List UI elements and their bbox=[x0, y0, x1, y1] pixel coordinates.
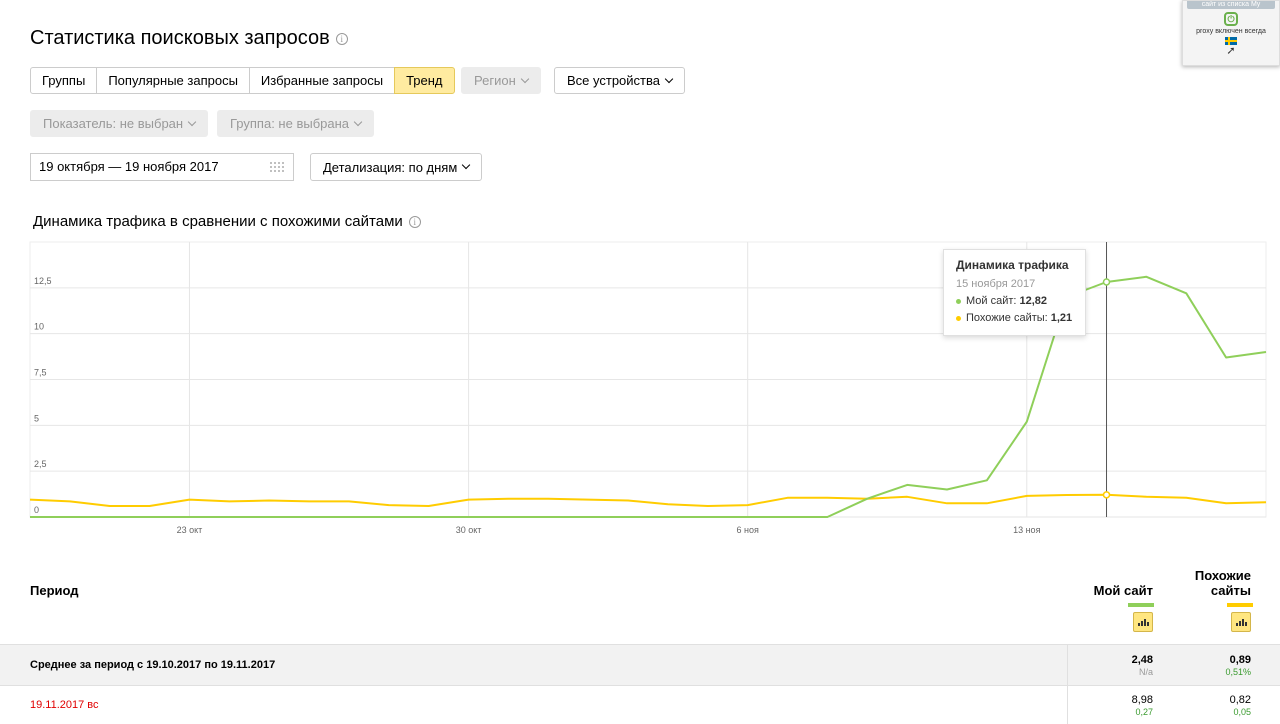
similar-sub: 0,05 bbox=[1233, 707, 1251, 717]
sweden-flag-icon[interactable] bbox=[1225, 37, 1237, 45]
similar-cell: 0,89 0,51% bbox=[1225, 654, 1251, 677]
group-dropdown[interactable]: Группа: не выбрана bbox=[217, 110, 375, 137]
highlight-point bbox=[1102, 491, 1111, 499]
y-tick-label: 2,5 bbox=[34, 459, 47, 469]
chevron-down-icon bbox=[664, 74, 674, 83]
tooltip-row-similar: Похожие сайты: 1,21 bbox=[956, 312, 1073, 324]
page-title-text: Статистика поисковых запросов bbox=[30, 27, 330, 49]
tooltip-similar-label: Похожие сайты: bbox=[966, 312, 1048, 324]
similar-value: 0,82 bbox=[1229, 694, 1251, 706]
power-icon[interactable]: ⏻ bbox=[1224, 12, 1238, 26]
similar-value: 0,89 bbox=[1229, 654, 1251, 666]
column-divider bbox=[1067, 645, 1068, 685]
detail-dropdown-label: Детализация: по дням bbox=[323, 159, 458, 175]
similar-sites-header-line1: Похожие bbox=[1194, 568, 1251, 583]
table-row-average: Среднее за период с 19.10.2017 по 19.11.… bbox=[0, 644, 1280, 686]
chevron-down-icon bbox=[187, 117, 197, 126]
tooltip-date: 15 ноября 2017 bbox=[956, 278, 1036, 290]
my-site-cell: 8,98 0,27 bbox=[1132, 694, 1153, 717]
extension-status-text: proxy включен всегда bbox=[1196, 28, 1266, 35]
table-header: Период Мой сайт Похожие сайты bbox=[0, 560, 1280, 644]
x-tick-label: 6 ноя bbox=[736, 525, 758, 535]
y-tick-label: 7,5 bbox=[34, 368, 47, 378]
y-tick-label: 10 bbox=[34, 322, 44, 332]
section-title-text: Динамика трафика в сравнении с похожими … bbox=[33, 213, 403, 230]
my-site-cell: 2,48 N/a bbox=[1132, 654, 1153, 677]
chevron-down-icon bbox=[462, 160, 471, 170]
calendar-icon[interactable] bbox=[269, 161, 285, 173]
highlight-point bbox=[1102, 278, 1111, 286]
similar-sites-color-bar bbox=[1227, 603, 1253, 607]
tab-trend[interactable]: Тренд bbox=[394, 67, 455, 94]
my-site-value: 8,98 bbox=[1131, 694, 1153, 706]
table-row: 19.11.2017 вс 8,98 0,27 0,82 0,05 bbox=[0, 686, 1280, 724]
indicator-dropdown-label: Показатель: не выбран bbox=[43, 116, 184, 131]
series-line bbox=[29, 493, 1267, 507]
similar-sub: 0,51% bbox=[1225, 667, 1251, 677]
my-site-value: 2,48 bbox=[1131, 654, 1153, 666]
tooltip-my-value: 12,82 bbox=[1019, 295, 1047, 307]
tooltip-my-label: Мой сайт: bbox=[966, 295, 1017, 307]
y-tick-label: 5 bbox=[34, 413, 39, 423]
proxy-extension-widget[interactable]: сайт из списка My ⏻ proxy включен всегда… bbox=[1182, 0, 1280, 66]
my-site-color-bar bbox=[1128, 603, 1154, 607]
chevron-down-icon bbox=[520, 74, 529, 83]
detail-dropdown[interactable]: Детализация: по дням bbox=[310, 153, 483, 181]
column-divider bbox=[1067, 686, 1068, 724]
my-site-header: Мой сайт bbox=[1093, 583, 1153, 598]
devices-dropdown[interactable]: Все устройства bbox=[554, 67, 685, 94]
tooltip-title: Динамика трафика bbox=[956, 258, 1069, 272]
info-icon[interactable]: i bbox=[408, 216, 421, 229]
extension-header: сайт из списка My bbox=[1187, 1, 1275, 9]
x-tick-label: 23 окт bbox=[177, 525, 203, 535]
similar-cell: 0,82 0,05 bbox=[1230, 694, 1251, 717]
my-site-sub: N/a bbox=[1138, 667, 1153, 677]
legend-dot-icon bbox=[956, 298, 961, 304]
similar-sites-header-line2: сайты bbox=[1210, 583, 1251, 598]
similar-sites-chart-icon[interactable] bbox=[1231, 612, 1251, 632]
row-label: Среднее за период с 19.10.2017 по 19.11.… bbox=[30, 659, 276, 671]
traffic-chart-svg: 0 2,5 5 7,5 10 12,5 23 окт 30 окт 6 ноя 13 ноя bbox=[29, 241, 1267, 535]
devices-dropdown-label: Все устройства bbox=[567, 73, 660, 88]
page-title: Статистика поисковых запросов i bbox=[30, 27, 348, 50]
tab-popular-queries[interactable]: Популярные запросы bbox=[96, 67, 250, 94]
date-range-input[interactable]: 19 октября — 19 ноября 2017 bbox=[30, 153, 294, 181]
tooltip-similar-value: 1,21 bbox=[1050, 312, 1073, 324]
legend-dot-icon bbox=[956, 315, 961, 321]
section-title: Динамика трафика в сравнении с похожими … bbox=[33, 213, 421, 230]
date-range-value: 19 октября — 19 ноября 2017 bbox=[39, 159, 219, 174]
chart-tooltip: Динамика трафика 15 ноября 2017 Мой сайт… bbox=[943, 249, 1086, 336]
similar-sites-header: Похожие сайты bbox=[1195, 568, 1251, 598]
my-site-sub: 0,27 bbox=[1135, 707, 1153, 717]
region-dropdown-label: Регион bbox=[474, 73, 516, 88]
y-tick-label: 12,5 bbox=[34, 276, 52, 286]
arrow-icon[interactable]: ➚ bbox=[1183, 45, 1279, 57]
region-dropdown[interactable]: Регион bbox=[461, 67, 541, 94]
traffic-chart: 0 2,5 5 7,5 10 12,5 23 окт 30 окт 6 ноя 13 ноя bbox=[0, 240, 1280, 540]
y-tick-label: 0 bbox=[34, 505, 39, 515]
tab-groups[interactable]: Группы bbox=[30, 67, 98, 94]
group-dropdown-label: Группа: не выбрана bbox=[230, 116, 350, 131]
period-header: Период bbox=[30, 583, 79, 598]
tooltip-row-my-site: Мой сайт: 12,82 bbox=[956, 295, 1073, 307]
indicator-dropdown[interactable]: Показатель: не выбран bbox=[30, 110, 209, 137]
info-icon[interactable]: i bbox=[335, 32, 348, 45]
x-tick-label: 30 окт bbox=[456, 525, 482, 535]
x-tick-label: 13 ноя bbox=[1013, 525, 1040, 535]
row-date-label: 19.11.2017 вс bbox=[30, 699, 99, 711]
tab-favorite-queries[interactable]: Избранные запросы bbox=[248, 67, 396, 94]
report-tabs: Группы Популярные запросы Избранные запр… bbox=[30, 67, 455, 94]
my-site-chart-icon[interactable] bbox=[1133, 612, 1153, 632]
chevron-down-icon bbox=[353, 117, 363, 126]
